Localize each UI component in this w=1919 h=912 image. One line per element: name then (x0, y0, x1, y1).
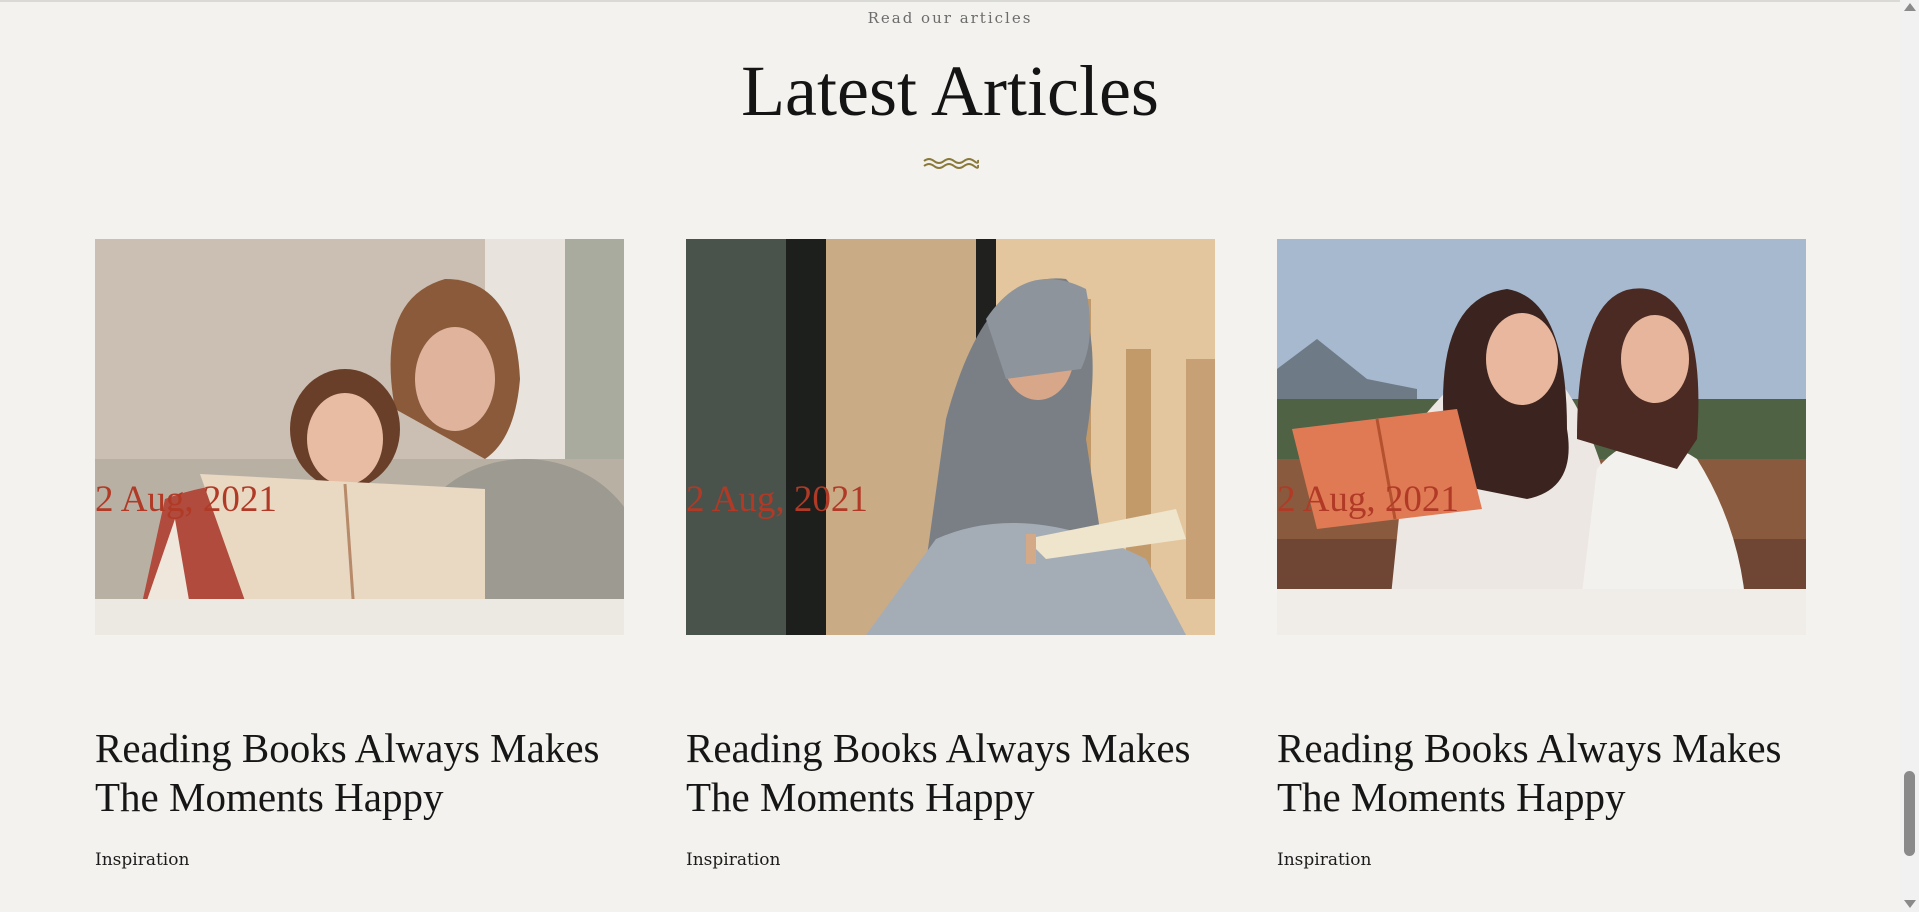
article-card[interactable]: 2 Aug, 2021 Reading Books Always Makes T… (1277, 239, 1806, 879)
article-title[interactable]: Reading Books Always Makes The Moments H… (1277, 724, 1817, 822)
article-date: 2 Aug, 2021 (95, 479, 277, 520)
top-border (0, 0, 1900, 2)
article-title[interactable]: Reading Books Always Makes The Moments H… (686, 724, 1226, 822)
section-title: Latest Articles (741, 51, 1159, 131)
article-date: 2 Aug, 2021 (686, 479, 868, 520)
section-eyebrow: Read our articles (867, 9, 1033, 27)
article-category[interactable]: Inspiration (1277, 849, 1371, 871)
article-image[interactable] (1277, 239, 1806, 635)
article-date: 2 Aug, 2021 (1277, 479, 1459, 520)
article-title[interactable]: Reading Books Always Makes The Moments H… (95, 724, 635, 822)
scroll-down-arrow-icon[interactable] (1904, 900, 1916, 908)
article-image[interactable] (95, 239, 624, 635)
vertical-scrollbar[interactable] (1900, 0, 1919, 912)
article-image[interactable] (686, 239, 1215, 635)
scrollbar-thumb[interactable] (1904, 771, 1915, 856)
wave-divider-icon (923, 158, 979, 169)
article-category[interactable]: Inspiration (95, 849, 189, 871)
article-card[interactable]: 2 Aug, 2021 Reading Books Always Makes T… (95, 239, 624, 879)
article-category[interactable]: Inspiration (686, 849, 780, 871)
scroll-up-arrow-icon[interactable] (1904, 3, 1916, 11)
article-card[interactable]: 2 Aug, 2021 Reading Books Always Makes T… (686, 239, 1215, 879)
